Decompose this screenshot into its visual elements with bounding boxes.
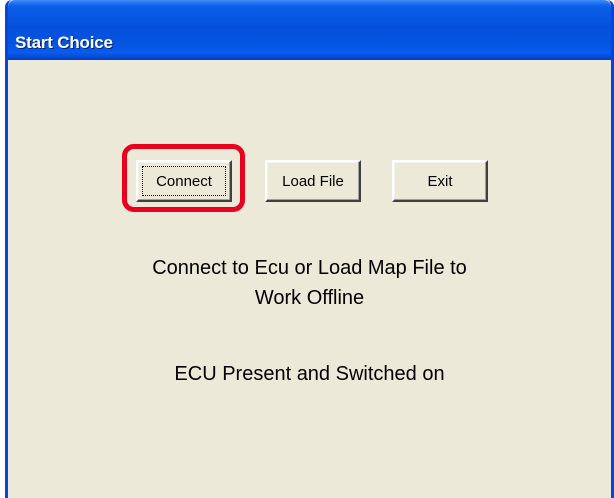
exit-button-label: Exit xyxy=(427,172,453,190)
load-file-button-label: Load File xyxy=(282,172,344,190)
exit-button[interactable]: Exit xyxy=(392,160,488,202)
instruction-message: Connect to Ecu or Load Map File to Work … xyxy=(8,253,611,313)
start-choice-window: Start Choice Connect Load File Exit Conn… xyxy=(5,0,614,498)
load-file-button[interactable]: Load File xyxy=(265,160,361,202)
instruction-line-1: Connect to Ecu or Load Map File to xyxy=(152,257,467,279)
connect-button-label: Connect xyxy=(156,172,212,190)
instruction-line-2: Work Offline xyxy=(254,287,365,309)
ecu-status-text: ECU Present and Switched on xyxy=(174,363,445,385)
window-title: Start Choice xyxy=(15,33,113,52)
title-bar[interactable]: Start Choice xyxy=(8,0,611,60)
connect-button[interactable]: Connect xyxy=(136,160,232,202)
